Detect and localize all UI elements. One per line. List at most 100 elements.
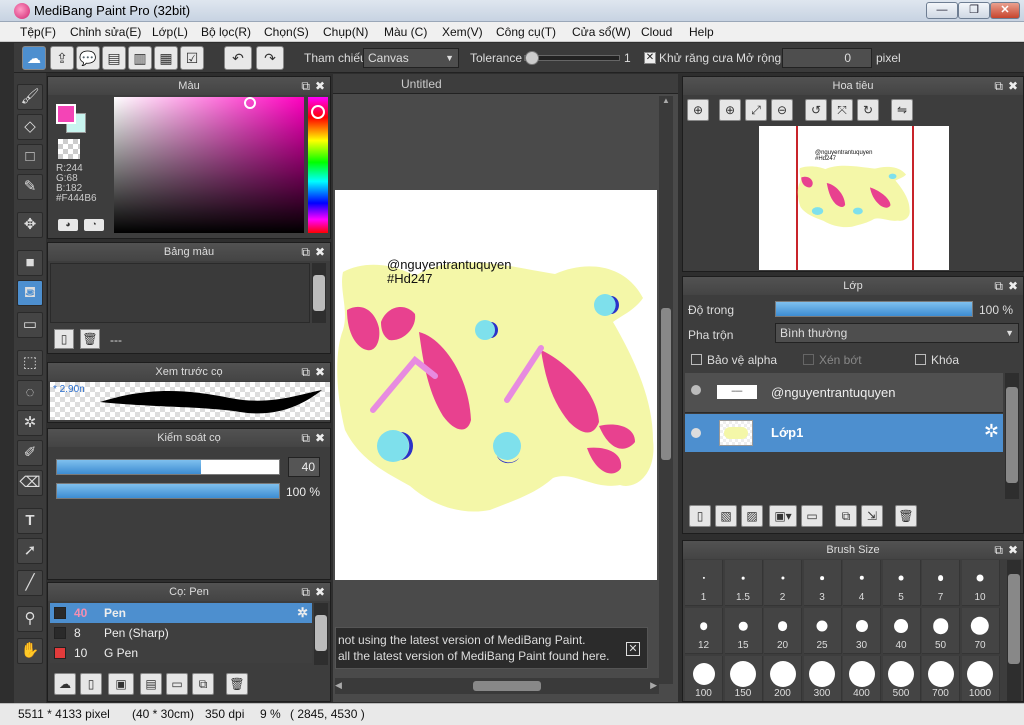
popout-icon[interactable]: ⧉ (301, 583, 310, 601)
brush-tool-icon[interactable]: 🖌 (17, 84, 43, 110)
palette-scrollbar[interactable] (312, 263, 326, 323)
close-button[interactable]: ✕ (990, 2, 1020, 19)
select-rect-tool-icon[interactable]: ⬚ (17, 350, 43, 376)
hue-cursor[interactable] (311, 105, 325, 119)
menu-layer[interactable]: Lớp(L) (152, 25, 188, 39)
menu-help[interactable]: Help (689, 25, 714, 39)
dot-tool-icon[interactable]: □ (17, 144, 43, 170)
transparent-swatch[interactable] (58, 139, 80, 159)
folder-icon[interactable]: ▭ (801, 505, 823, 527)
flip-horizontal-icon[interactable]: ⇋ (891, 99, 913, 121)
brush-size-cell[interactable]: 1 (685, 560, 723, 606)
close-icon[interactable]: ✖ (315, 77, 325, 95)
brush-size-cell[interactable]: 40 (882, 608, 921, 654)
scroll-thumb[interactable] (1008, 574, 1020, 664)
brush-size-cell[interactable]: 10 (961, 560, 1000, 606)
popout-icon[interactable]: ⧉ (994, 77, 1003, 95)
cloud-icon[interactable]: ☁ (22, 46, 46, 70)
saturation-value-picker[interactable] (114, 97, 304, 233)
add-layer-menu-icon[interactable]: ▣▾ (769, 505, 797, 527)
brush-size-cell[interactable]: 300 (803, 656, 842, 701)
select-pen-tool-icon[interactable]: ✐ (17, 440, 43, 466)
brush-size-slider[interactable] (56, 459, 280, 475)
duplicate-layer-icon[interactable]: ⧉ (835, 505, 857, 527)
popout-icon[interactable]: ⧉ (301, 77, 310, 95)
popout-icon[interactable]: ⧉ (301, 429, 310, 447)
lock-checkbox[interactable] (915, 354, 926, 365)
canvas[interactable]: @nguyentrantuquyen #Hd247 (335, 190, 657, 580)
eye-icon[interactable] (691, 428, 701, 438)
text-tool-icon[interactable]: T (17, 508, 43, 534)
brush-size-cell[interactable]: 500 (882, 656, 921, 701)
canvas-horizontal-scrollbar[interactable]: ◀ ▶ (335, 678, 659, 694)
close-icon[interactable]: ✖ (315, 583, 325, 601)
add-brush-icon[interactable]: ▣ (108, 673, 134, 695)
menu-color[interactable]: Màu (C) (384, 25, 427, 39)
close-icon[interactable]: ✖ (1008, 541, 1018, 559)
gear-icon[interactable]: ✲ (984, 421, 999, 442)
scroll-left-icon[interactable]: ◀ (335, 680, 342, 691)
undo-icon[interactable]: ↶ (224, 46, 252, 70)
brush-size-cell[interactable]: 5 (882, 560, 921, 606)
brush-size-cell[interactable]: 70 (961, 608, 1000, 654)
select-eraser-tool-icon[interactable]: ⌫ (17, 470, 43, 496)
menu-filter[interactable]: Bộ lọc(R) (201, 25, 251, 39)
layer-scrollbar[interactable] (1005, 373, 1019, 499)
brush-size-cell[interactable]: 700 (922, 656, 960, 701)
actual-size-icon[interactable]: ⤢ (745, 99, 767, 121)
rotate-left-icon[interactable]: ↺ (805, 99, 827, 121)
brush-size-cell[interactable]: 1.5 (724, 560, 763, 606)
brush-size-cell[interactable]: 400 (843, 656, 881, 701)
brush-item-pen-sharp[interactable]: 8 Pen (Sharp) (50, 623, 312, 643)
popout-icon[interactable]: ⧉ (301, 243, 310, 261)
trash-icon[interactable]: 🗑 (895, 505, 917, 527)
hand-tool-icon[interactable]: ✋ (17, 638, 43, 664)
scroll-thumb[interactable] (473, 681, 541, 691)
color-mixer-icon[interactable]: ◔ (84, 219, 104, 231)
picker-cursor[interactable] (244, 97, 256, 109)
protect-alpha-checkbox[interactable] (691, 354, 702, 365)
blend-mode-select[interactable]: Bình thường ▼ (775, 323, 1019, 343)
update-notification[interactable]: not using the latest version of MediBang… (335, 627, 648, 669)
close-icon[interactable]: ✖ (315, 363, 325, 381)
scroll-thumb[interactable] (313, 275, 325, 311)
menu-capture[interactable]: Chụp(N) (323, 25, 368, 39)
magic-wand-tool-icon[interactable]: ✲ (17, 410, 43, 436)
antialias-checkbox[interactable]: ✕ (644, 52, 656, 64)
menu-select[interactable]: Chọn(S) (264, 25, 309, 39)
canvas-vertical-scrollbar[interactable]: ▲ (659, 96, 673, 684)
speech-bubble-icon[interactable]: ▤ (102, 46, 126, 70)
brush-list-scrollbar[interactable] (314, 603, 328, 665)
color-mode-icon[interactable]: ◕ (58, 219, 78, 231)
close-icon[interactable]: ✖ (1008, 277, 1018, 295)
brush-item-pen[interactable]: 40 Pen ✲ (50, 603, 312, 623)
brush-item-g-pen[interactable]: 10 G Pen (50, 643, 312, 663)
blur-tool-icon[interactable]: ✎ (17, 174, 43, 200)
eraser-tool-icon[interactable]: ◇ (17, 114, 43, 140)
popout-icon[interactable]: ⧉ (994, 277, 1003, 295)
slider-handle[interactable] (525, 51, 539, 65)
page-icon[interactable]: ▥ (128, 46, 152, 70)
zoom-in-icon[interactable]: ⊕ (719, 99, 741, 121)
navigator-thumbnail[interactable]: @nguyentrantuquyen #Hd247 (759, 126, 949, 270)
popout-icon[interactable]: ⧉ (994, 541, 1003, 559)
operation-tool-icon[interactable]: ➚ (17, 538, 43, 564)
gear-icon[interactable]: ✲ (297, 603, 308, 623)
brush-size-cell[interactable]: 15 (724, 608, 763, 654)
merge-layer-icon[interactable]: ⇲ (861, 505, 883, 527)
new-layer-icon[interactable]: ▯ (689, 505, 711, 527)
foreground-color-swatch[interactable] (56, 104, 76, 124)
scroll-right-icon[interactable]: ▶ (650, 680, 657, 691)
brush-settings-icon[interactable]: ▤ (140, 673, 162, 695)
rotate-right-icon[interactable]: ↻ (857, 99, 879, 121)
bucket-tool-icon[interactable]: ⛾ (17, 280, 43, 306)
close-icon[interactable]: ✖ (315, 429, 325, 447)
menu-cloud[interactable]: Cloud (641, 25, 672, 39)
share-icon[interactable]: ⇪ (50, 46, 74, 70)
popout-icon[interactable]: ⧉ (301, 363, 310, 381)
brush-size-cell[interactable]: 20 (764, 608, 802, 654)
brush-size-cell[interactable]: 25 (803, 608, 842, 654)
brush-size-cell[interactable]: 50 (922, 608, 960, 654)
brush-size-cell[interactable]: 100 (685, 656, 723, 701)
grid-icon[interactable]: ▦ (154, 46, 178, 70)
